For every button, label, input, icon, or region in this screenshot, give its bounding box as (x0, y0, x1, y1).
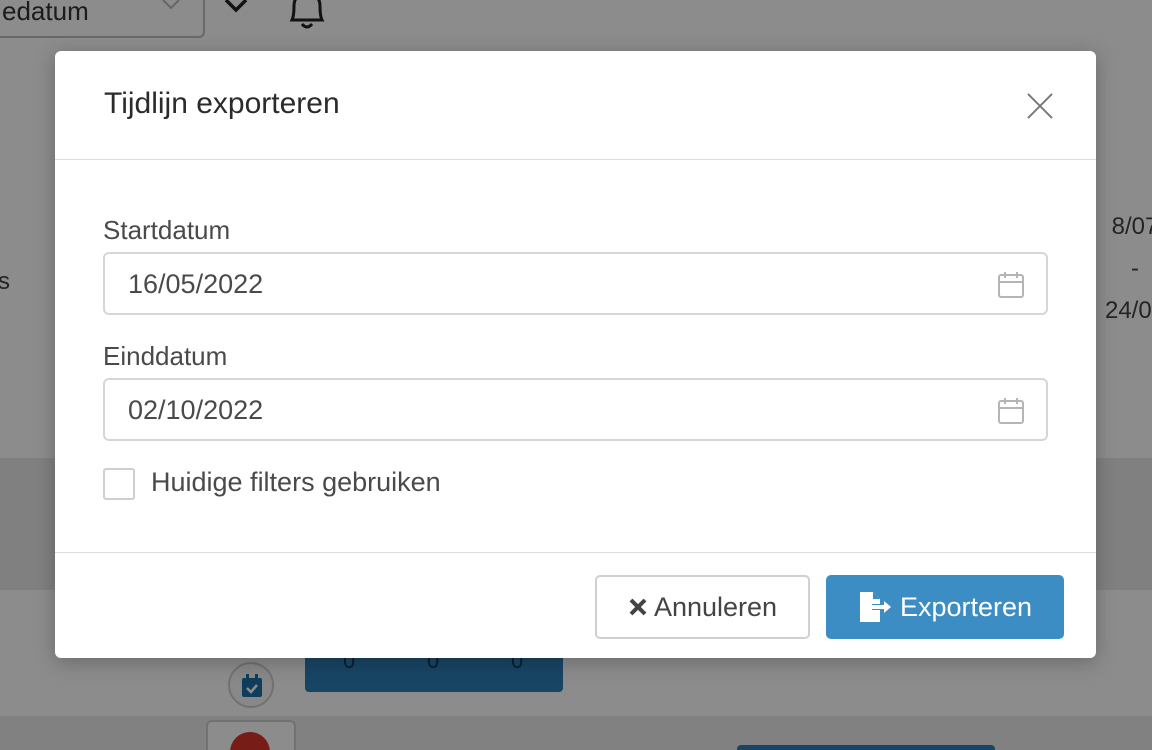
cancel-button[interactable]: Annuleren (595, 575, 810, 639)
file-export-icon (859, 592, 891, 622)
times-icon (629, 598, 647, 616)
use-filters-label: Huidige filters gebruiken (151, 467, 441, 497)
use-filters-checkbox[interactable] (103, 468, 135, 500)
end-date-value: 02/10/2022 (128, 395, 264, 425)
cancel-label: Annuleren (653, 591, 778, 622)
calendar-icon[interactable] (997, 271, 1025, 299)
dialog-footer: Annuleren Exporteren (55, 552, 1096, 658)
export-button[interactable]: Exporteren (826, 575, 1064, 639)
start-date-label: Startdatum (103, 215, 231, 245)
export-timeline-dialog: Tijdlijn exporteren Startdatum 16/05/202… (55, 51, 1096, 658)
start-date-value: 16/05/2022 (128, 269, 264, 299)
dialog-title: Tijdlijn exporteren (104, 87, 340, 120)
start-date-field[interactable]: 16/05/2022 (103, 252, 1048, 315)
export-label: Exporteren (899, 591, 1033, 622)
calendar-icon[interactable] (997, 397, 1025, 425)
end-date-field[interactable]: 02/10/2022 (103, 378, 1048, 441)
dialog-header: Tijdlijn exporteren (55, 51, 1096, 160)
close-icon[interactable] (1025, 91, 1055, 121)
end-date-label: Einddatum (103, 341, 228, 371)
